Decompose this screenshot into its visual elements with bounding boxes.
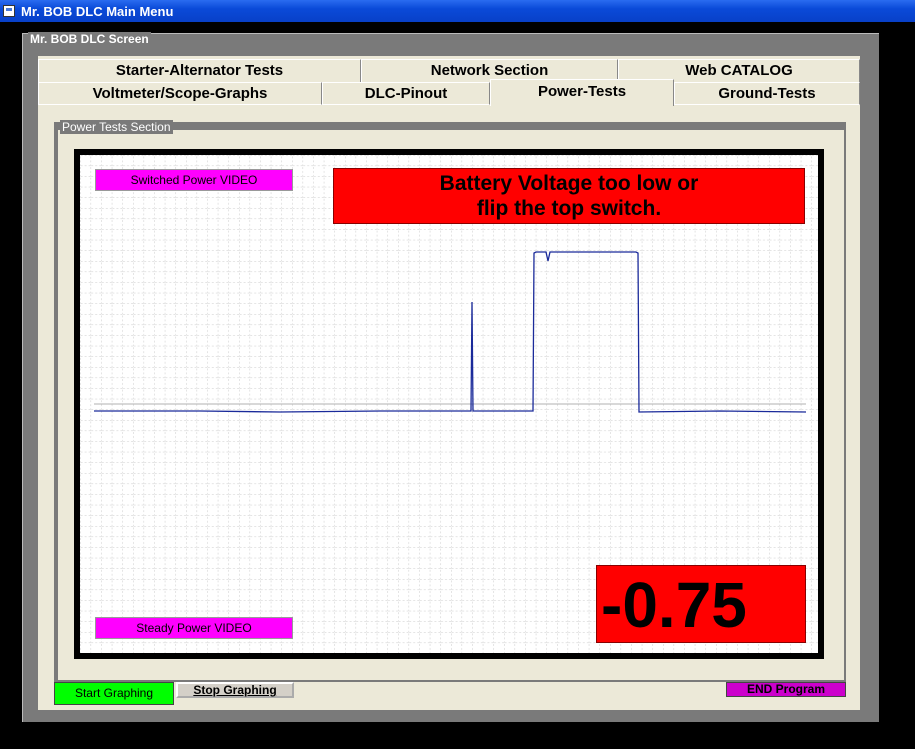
stop-graphing-button[interactable]: Stop Graphing xyxy=(176,682,294,698)
start-graphing-button[interactable]: Start Graphing xyxy=(54,682,174,705)
app-window-icon[interactable] xyxy=(3,5,15,17)
window-title: Mr. BOB DLC Main Menu xyxy=(21,3,174,19)
switched-power-video-button[interactable]: Switched Power VIDEO xyxy=(95,169,293,191)
battery-voltage-warning: Battery Voltage too low or flip the top … xyxy=(333,168,805,224)
dlc-screen-label: Mr. BOB DLC Screen xyxy=(28,32,151,46)
tab-dlc-pinout[interactable]: DLC-Pinout xyxy=(322,82,490,105)
end-program-button[interactable]: END Program xyxy=(726,682,846,697)
power-tests-section-label: Power Tests Section xyxy=(60,120,173,134)
window-titlebar: Mr. BOB DLC Main Menu xyxy=(0,0,915,22)
tab-power-tests[interactable]: Power-Tests xyxy=(490,79,674,106)
steady-power-video-button[interactable]: Steady Power VIDEO xyxy=(95,617,293,639)
voltage-reading: -0.75 xyxy=(596,565,806,643)
tab-voltmeter-scope-graphs[interactable]: Voltmeter/Scope-Graphs xyxy=(38,82,322,105)
tab-ground-tests[interactable]: Ground-Tests xyxy=(674,82,860,105)
warning-line-1: Battery Voltage too low or xyxy=(439,172,699,195)
warning-line-2: flip the top switch. xyxy=(476,197,662,220)
tab-starter-alternator-tests[interactable]: Starter-Alternator Tests xyxy=(38,59,361,82)
